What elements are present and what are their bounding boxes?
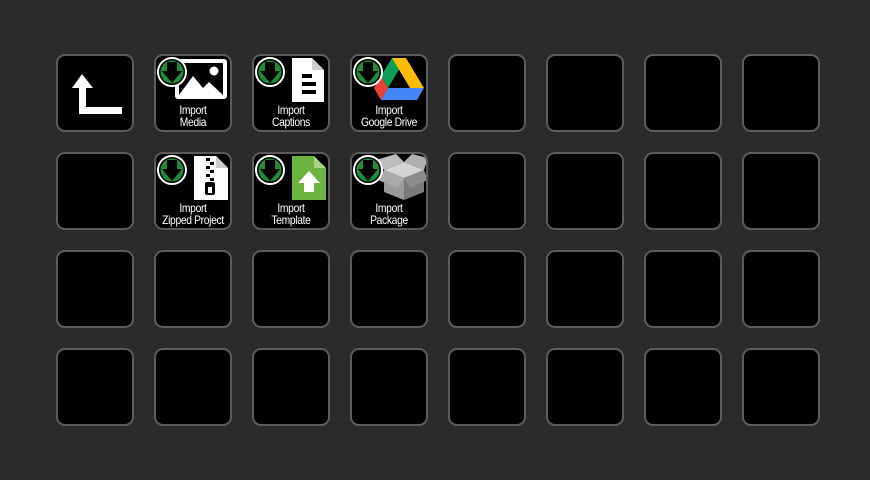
import-google-drive-key[interactable]: Import Google Drive bbox=[350, 54, 428, 132]
empty-key[interactable] bbox=[448, 152, 526, 230]
empty-key[interactable] bbox=[448, 54, 526, 132]
import-package-key[interactable]: Import Package bbox=[350, 152, 428, 230]
import-template-key[interactable]: Import Template bbox=[252, 152, 330, 230]
empty-key[interactable] bbox=[644, 348, 722, 426]
import-media-label: Import Media bbox=[179, 103, 207, 129]
back-arrow-icon bbox=[72, 74, 122, 114]
empty-key[interactable] bbox=[546, 250, 624, 328]
download-arrow-icon bbox=[255, 57, 285, 87]
empty-key[interactable] bbox=[742, 54, 820, 132]
empty-key[interactable] bbox=[742, 348, 820, 426]
download-arrow-icon bbox=[157, 155, 187, 185]
download-arrow-icon bbox=[353, 155, 383, 185]
import-captions-key[interactable]: Import Captions bbox=[252, 54, 330, 132]
google-drive-icon bbox=[374, 58, 424, 100]
zip-file-icon bbox=[194, 156, 228, 200]
empty-key[interactable] bbox=[56, 152, 134, 230]
empty-key[interactable] bbox=[252, 348, 330, 426]
empty-key[interactable] bbox=[546, 348, 624, 426]
empty-key[interactable] bbox=[448, 348, 526, 426]
empty-key[interactable] bbox=[154, 348, 232, 426]
empty-key[interactable] bbox=[56, 348, 134, 426]
import-media-key[interactable]: Import Media bbox=[154, 54, 232, 132]
back-key[interactable] bbox=[56, 54, 134, 132]
import-google-drive-label: Import Google Drive bbox=[360, 103, 418, 129]
stream-deck-grid: Import Media Import Captions Import Goog… bbox=[56, 54, 820, 426]
empty-key[interactable] bbox=[644, 250, 722, 328]
download-arrow-icon bbox=[157, 57, 187, 87]
empty-key[interactable] bbox=[350, 348, 428, 426]
empty-key[interactable] bbox=[644, 54, 722, 132]
empty-key[interactable] bbox=[252, 250, 330, 328]
template-file-icon bbox=[292, 156, 326, 200]
import-zipped-project-key[interactable]: Import Zipped Project bbox=[154, 152, 232, 230]
empty-key[interactable] bbox=[350, 250, 428, 328]
import-template-label: Import Template bbox=[271, 201, 311, 227]
import-package-label: Import Package bbox=[370, 201, 408, 227]
import-captions-label: Import Captions bbox=[271, 103, 310, 129]
empty-key[interactable] bbox=[742, 250, 820, 328]
empty-key[interactable] bbox=[154, 250, 232, 328]
package-box-icon bbox=[376, 154, 426, 200]
empty-key[interactable] bbox=[644, 152, 722, 230]
empty-key[interactable] bbox=[546, 152, 624, 230]
download-arrow-icon bbox=[353, 57, 383, 87]
import-zipped-project-label: Import Zipped Project bbox=[162, 201, 224, 227]
download-arrow-icon bbox=[255, 155, 285, 185]
empty-key[interactable] bbox=[448, 250, 526, 328]
empty-key[interactable] bbox=[742, 152, 820, 230]
document-icon bbox=[292, 58, 324, 102]
empty-key[interactable] bbox=[56, 250, 134, 328]
empty-key[interactable] bbox=[546, 54, 624, 132]
